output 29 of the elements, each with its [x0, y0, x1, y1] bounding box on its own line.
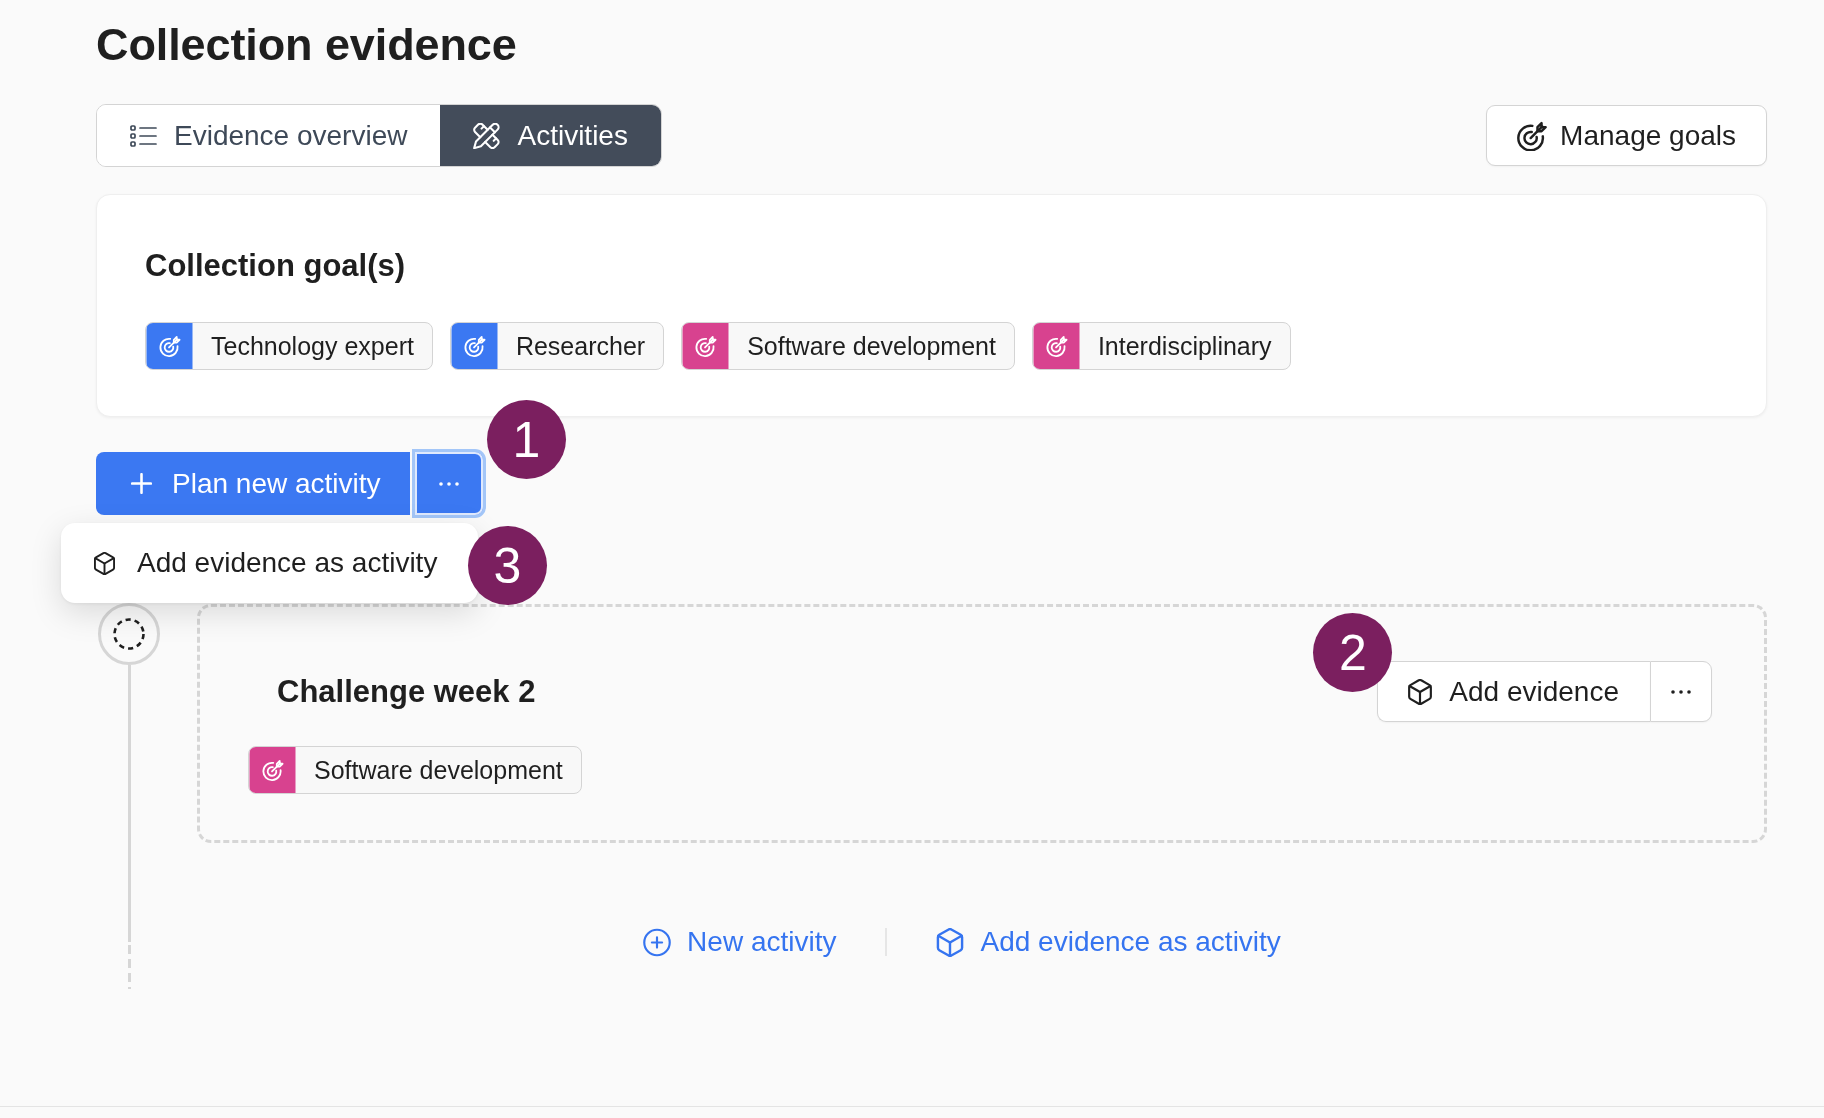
- goal-label: Software development: [313, 755, 564, 785]
- goal-label: Interdisciplinary: [1096, 331, 1273, 361]
- action-link[interactable]: New activity: [643, 926, 837, 958]
- pencil-ruler-icon: [473, 122, 501, 149]
- more-icon: [1671, 689, 1691, 694]
- cube-icon: [1408, 678, 1433, 705]
- cube-icon: [94, 551, 115, 575]
- plan-activity-button[interactable]: Plan new activity: [96, 452, 410, 515]
- more-button[interactable]: [414, 452, 483, 515]
- target-icon: [1517, 120, 1548, 151]
- callout-number: 2: [1313, 613, 1393, 692]
- tab[interactable]: Activities: [440, 105, 661, 166]
- activity-title: Challenge week 2: [277, 672, 536, 711]
- plus-circle-icon: [643, 927, 672, 957]
- add-evidence-button[interactable]: Add evidence: [1377, 661, 1650, 722]
- page-title: Collection evidence: [96, 18, 517, 72]
- cube-icon: [936, 927, 965, 957]
- list-icon: [130, 122, 157, 149]
- callout-number: 3: [468, 526, 547, 605]
- callout-number: 1: [487, 400, 566, 479]
- more-icon: [438, 481, 459, 486]
- goal-label: Researcher: [514, 331, 647, 361]
- goal-label: Technology expert: [210, 331, 415, 361]
- goal-label: Software development: [746, 331, 997, 361]
- action-link[interactable]: Add evidence as activity: [936, 926, 1281, 958]
- section-title: Collection goal(s): [145, 247, 406, 285]
- manage-goals-button[interactable]: Manage goals: [1486, 105, 1767, 166]
- plus-icon: [131, 473, 152, 494]
- menu-item[interactable]: Add evidence as activity: [61, 523, 444, 603]
